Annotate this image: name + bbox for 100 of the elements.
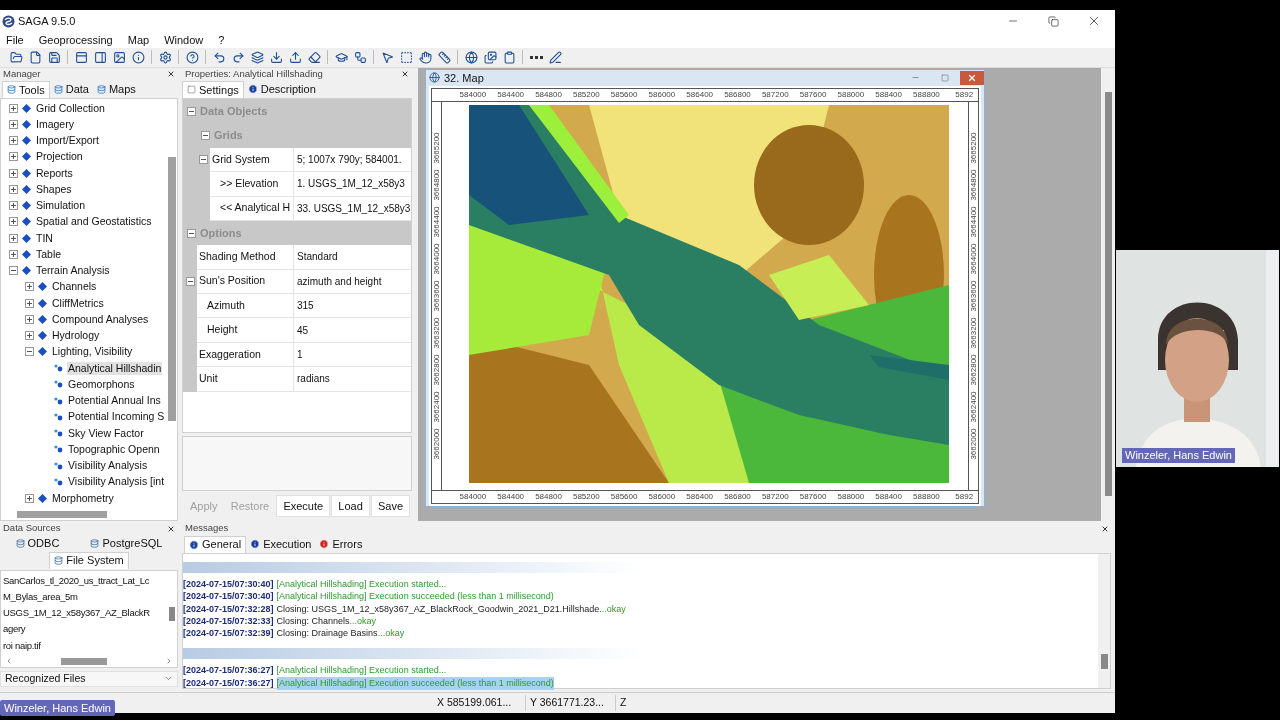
file-name[interactable]: agery: [1, 621, 167, 638]
tab[interactable]: Description: [243, 80, 320, 98]
scrollbar-thumb[interactable]: [168, 156, 176, 421]
collapse-icon[interactable]: [186, 277, 195, 287]
file-name[interactable]: M_Bylas_area_5m: [1, 588, 167, 606]
toolbar-button[interactable]: [157, 49, 173, 66]
expand-icon[interactable]: [9, 152, 18, 162]
menu-item[interactable]: Window: [164, 31, 204, 49]
tab[interactable]: Maps: [92, 80, 140, 98]
tree-item[interactable]: TIN: [35, 231, 54, 245]
toolbar-button[interactable]: [130, 49, 146, 66]
scrollbar-thumb[interactable]: [61, 657, 107, 665]
tree-item[interactable]: Visibility Analysis: [67, 459, 149, 473]
expand-icon[interactable]: [9, 103, 18, 113]
property-value[interactable]: 1: [297, 347, 303, 363]
toolbar-button[interactable]: [46, 49, 62, 66]
message-text[interactable]: Closing: Drainage Basins...okay: [276, 627, 405, 641]
tree-item[interactable]: Compound Analyses: [51, 312, 150, 326]
expand-icon[interactable]: [25, 314, 34, 324]
menu-item[interactable]: Geoprocessing: [38, 31, 113, 49]
property-value[interactable]: 315: [297, 298, 314, 314]
property-value[interactable]: 33. USGS_1M_12_x58y3: [297, 200, 411, 216]
toolbar-button[interactable]: [306, 49, 322, 66]
property-value[interactable]: 45: [297, 322, 309, 338]
tree-item[interactable]: CliffMetrics: [51, 296, 105, 310]
tree-item[interactable]: Potential Annual Ins: [67, 394, 162, 408]
property-value[interactable]: 5; 1007x 790y; 584001.: [297, 151, 402, 167]
toolbar-button[interactable]: [482, 49, 498, 66]
tree-item[interactable]: Hydrology: [51, 329, 101, 343]
tree-item[interactable]: Geomorphons: [67, 377, 136, 391]
expand-icon[interactable]: [9, 184, 18, 194]
tab[interactable]: Execution: [246, 535, 316, 553]
toolbar-button[interactable]: [398, 49, 414, 66]
file-name[interactable]: USGS_1M_12_x58y367_AZ_BlackR: [1, 605, 167, 622]
tree-item[interactable]: Shapes: [35, 182, 73, 196]
tree-item[interactable]: Grid Collection: [35, 101, 106, 115]
toolbar-button[interactable]: [249, 49, 265, 66]
expand-icon[interactable]: [25, 298, 34, 308]
toolbar-button[interactable]: [111, 49, 127, 66]
property-value[interactable]: Standard: [297, 249, 338, 265]
toolbar-button[interactable]: [184, 49, 200, 66]
tree-item[interactable]: Visibility Analysis [int: [67, 475, 166, 489]
scrollbar-thumb[interactable]: [169, 606, 175, 621]
action-button[interactable]: Save: [370, 494, 410, 517]
collapse-icon[interactable]: [9, 266, 18, 276]
toolbar-button[interactable]: [268, 49, 284, 66]
close-button[interactable]: [167, 524, 175, 533]
tree-item[interactable]: Analytical Hillshadin: [67, 361, 163, 375]
scrollbar-thumb[interactable]: [1104, 91, 1112, 496]
expand-icon[interactable]: [9, 168, 18, 178]
tab[interactable]: ODBC: [11, 534, 64, 552]
expand-icon[interactable]: [9, 201, 18, 211]
tree-item[interactable]: Sky View Factor: [67, 426, 145, 440]
tab[interactable]: Errors: [315, 535, 367, 553]
tab[interactable]: Data: [49, 80, 93, 98]
collapse-icon[interactable]: [187, 106, 196, 116]
property-value[interactable]: radians: [297, 371, 330, 387]
tab[interactable]: Tools: [2, 80, 50, 98]
tree-item[interactable]: Import/Export: [35, 134, 101, 148]
message-text[interactable]: [Analytical Hillshading] Execution started...: [276, 664, 447, 678]
collapse-icon[interactable]: [199, 155, 208, 165]
tree-item[interactable]: Topographic Openn: [67, 442, 161, 456]
expand-icon[interactable]: [9, 233, 18, 243]
scroll-left-icon[interactable]: [5, 657, 13, 666]
close-button[interactable]: [167, 69, 175, 78]
toolbar-button[interactable]: [547, 49, 563, 66]
tree-item[interactable]: Table: [35, 247, 63, 261]
tree-item[interactable]: Potential Incoming S: [67, 410, 166, 424]
close-button[interactable]: [401, 69, 409, 78]
tree-item[interactable]: Imagery: [35, 117, 75, 131]
scroll-right-icon[interactable]: [165, 657, 173, 666]
tab[interactable]: Settings: [182, 80, 244, 98]
property-value[interactable]: azimuth and height: [297, 273, 382, 289]
menu-item[interactable]: ?: [218, 31, 225, 49]
toolbar-button[interactable]: [92, 49, 108, 66]
action-button[interactable]: Execute: [276, 494, 331, 517]
tab[interactable]: General: [184, 535, 247, 553]
scrollbar-thumb[interactable]: [17, 511, 107, 519]
tree-item[interactable]: Channels: [51, 280, 98, 294]
toolbar-button[interactable]: [352, 49, 368, 66]
tree-item[interactable]: Reports: [35, 166, 74, 180]
collapse-icon[interactable]: [187, 228, 196, 238]
tree-item[interactable]: Spatial and Geostatistics: [35, 215, 153, 229]
tree-item[interactable]: Morphometry: [51, 491, 115, 505]
message-text[interactable]: Closing: USGS_1M_12_x58y367_AZ_BlackRock_Goodwin_2021_D21.Hillshade...okay: [276, 602, 626, 617]
filter-dropdown[interactable]: Recognized Files: [0, 670, 178, 687]
tab[interactable]: PostgreSQL: [86, 534, 167, 552]
tab[interactable]: File System: [49, 551, 129, 569]
expand-icon[interactable]: [9, 136, 18, 146]
toolbar-button[interactable]: [417, 49, 433, 66]
toolbar-button[interactable]: [436, 49, 452, 66]
tree-item[interactable]: Terrain Analysis: [35, 264, 111, 278]
toolbar-button[interactable]: [463, 49, 479, 66]
close-button[interactable]: [1101, 524, 1109, 533]
menu-item[interactable]: File: [6, 31, 24, 49]
expand-icon[interactable]: [9, 217, 18, 227]
collapse-icon[interactable]: [201, 131, 210, 140]
property-value[interactable]: 1. USGS_1M_12_x58y3: [297, 176, 405, 192]
expand-icon[interactable]: [9, 119, 18, 129]
tree-item[interactable]: Simulation: [35, 199, 87, 213]
